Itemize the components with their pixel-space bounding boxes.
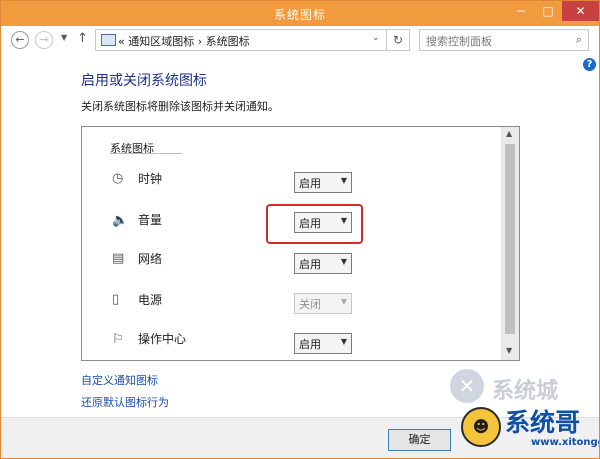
row-label-volume: 音量 — [138, 213, 163, 227]
search-icon[interactable]: ⌕ — [576, 33, 582, 47]
row-label-action-center: 操作中心 — [138, 332, 187, 346]
brand-url: www.xitongge.com — [531, 437, 599, 448]
title-bar: 系统图标 − □ ✕ — [1, 1, 599, 26]
network-select-value: 启用 — [299, 258, 321, 271]
minimize-button[interactable]: − — [508, 1, 534, 21]
action-center-select[interactable]: 启用 ▼ — [294, 333, 352, 354]
breadcrumb[interactable]: « 通知区域图标 › 系统图标 — [118, 33, 250, 49]
page-title: 启用或关闭系统图标 — [81, 73, 207, 89]
help-icon[interactable]: ? — [583, 58, 596, 71]
recent-locations-button[interactable]: ▼ — [61, 33, 67, 42]
chevron-down-icon: ▼ — [61, 33, 68, 42]
up-button[interactable]: ↑ — [77, 31, 88, 46]
forward-button[interactable]: → — [35, 31, 53, 49]
clock-select-value: 启用 — [299, 177, 321, 190]
scrollbar-thumb[interactable] — [505, 144, 515, 334]
customize-notification-icons-link[interactable]: 自定义通知图标 — [81, 372, 158, 388]
close-button[interactable]: ✕ — [562, 1, 599, 21]
refresh-icon: ↻ — [392, 33, 404, 47]
mascot-face-icon: ☻ — [461, 407, 501, 447]
back-button[interactable]: ← — [11, 31, 29, 49]
section-divider — [110, 153, 182, 154]
volume-icon: 🔈 — [112, 213, 129, 228]
highlight-box — [266, 204, 363, 244]
vertical-scrollbar[interactable]: ▲ ▼ — [501, 127, 519, 360]
row-label-network: 网络 — [138, 252, 163, 266]
chevron-down-icon: ▼ — [340, 176, 347, 185]
clock-icon: ◷ — [112, 171, 124, 186]
power-select-value: 关闭 — [299, 298, 321, 311]
action-center-select-value: 启用 — [299, 338, 321, 351]
chevron-down-icon: ▼ — [340, 257, 347, 266]
chevron-down-icon: ▼ — [340, 337, 347, 346]
network-select[interactable]: 启用 ▼ — [294, 253, 352, 274]
flag-icon: ⚐ — [112, 332, 124, 347]
address-bar[interactable]: « 通知区域图标 › 系统图标 ⌄ — [95, 29, 387, 51]
chevron-down-icon: ▼ — [340, 297, 347, 306]
brand-name: 系统哥 — [505, 408, 581, 437]
navigation-bar: ← → ▼ ↑ « 通知区域图标 › 系统图标 ⌄ ↻ 搜索控制面板 ⌕ — [1, 26, 599, 53]
scroll-down-icon[interactable]: ▼ — [506, 346, 512, 355]
restore-default-icon-behavior-link[interactable]: 还原默认图标行为 — [81, 394, 169, 410]
arrow-right-icon: → — [39, 33, 49, 46]
arrow-left-icon: ← — [15, 33, 25, 46]
watermark-x-icon: ✕ — [450, 369, 484, 403]
refresh-button[interactable]: ↻ — [387, 29, 410, 51]
system-icons-list: 系统图标 ◷ 时钟 启用 ▼ 🔈 音量 启用 ▼ ▤ 网络 启用 ▼ ▯ 电源 … — [81, 126, 520, 361]
brand-logo: ☻ 系统哥 www.xitongge.com — [461, 399, 599, 457]
search-input[interactable]: 搜索控制面板 ⌕ — [419, 29, 589, 51]
power-select: 关闭 ▼ — [294, 293, 352, 314]
clock-select[interactable]: 启用 ▼ — [294, 172, 352, 193]
address-dropdown-icon[interactable]: ⌄ — [372, 33, 380, 43]
power-icon: ▯ — [112, 292, 120, 307]
network-icon: ▤ — [112, 251, 125, 266]
ok-button[interactable]: 确定 — [388, 429, 451, 451]
control-panel-icon — [101, 34, 116, 46]
search-placeholder: 搜索控制面板 — [426, 35, 492, 48]
maximize-button[interactable]: □ — [535, 1, 561, 21]
page-description: 关闭系统图标将删除该图标并关闭通知。 — [81, 100, 279, 113]
window: 系统图标 − □ ✕ ← → ▼ ↑ « 通知区域图标 › 系统图标 ⌄ ↻ 搜… — [0, 0, 600, 459]
row-label-clock: 时钟 — [138, 172, 163, 186]
arrow-up-icon: ↑ — [77, 31, 88, 46]
row-label-power: 电源 — [138, 293, 163, 307]
scroll-up-icon[interactable]: ▲ — [506, 129, 512, 138]
